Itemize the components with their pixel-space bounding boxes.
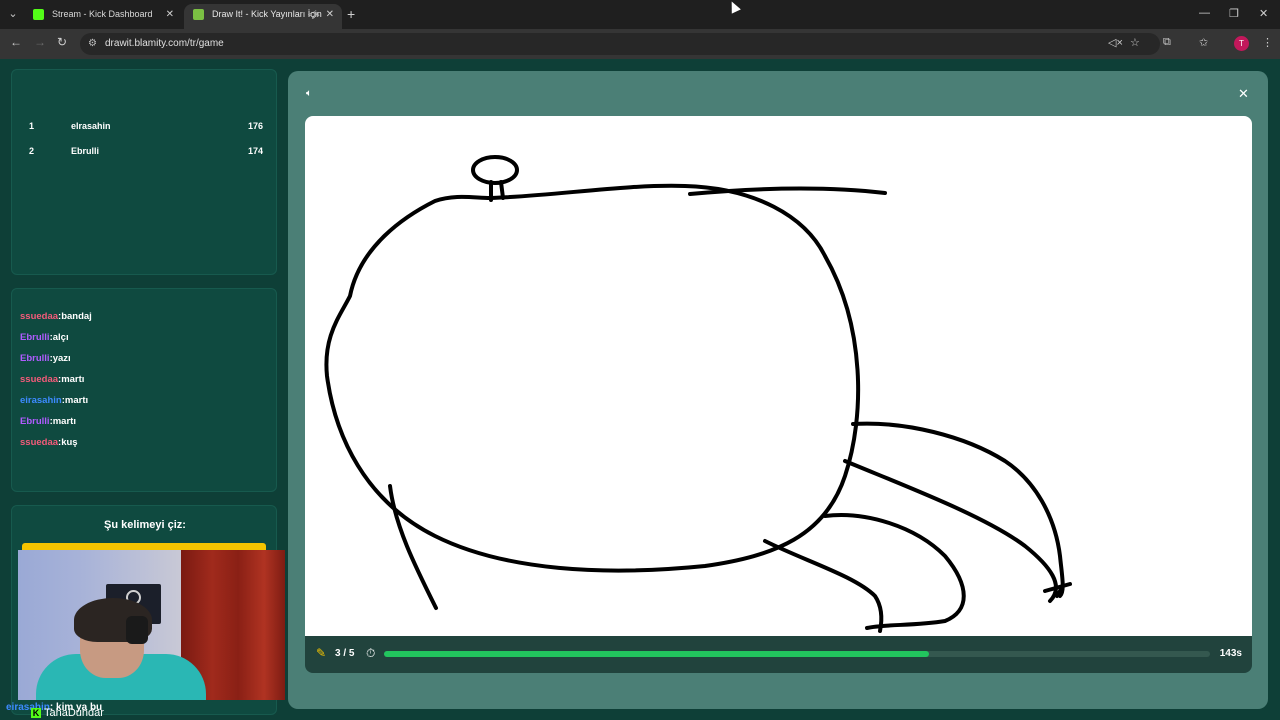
drawing-stroke bbox=[388, 484, 438, 610]
chat-text: martı bbox=[64, 395, 89, 406]
time-progress-fill bbox=[384, 651, 930, 657]
chat-message: Ebrulli:yazı bbox=[20, 353, 71, 364]
leaderboard-rank: 1 bbox=[29, 121, 35, 131]
word-prompt-title: Şu kelimeyi çiz: bbox=[104, 519, 186, 531]
drawing-stroke bbox=[843, 459, 1058, 603]
game-modal: 🔈︎ ✕ ✎ 3 / 5 ⏱ 143s bbox=[288, 71, 1268, 709]
drawit-favicon-icon bbox=[193, 9, 204, 20]
chat-message: ssuedaa:martı bbox=[20, 374, 84, 385]
chat-message: eirasahin:martı bbox=[20, 395, 88, 406]
drawing-stroke bbox=[471, 155, 519, 185]
leaderboard-rank: 2 bbox=[29, 146, 35, 156]
webcam-channel-label: K TahaDundar bbox=[31, 707, 104, 719]
channel-name: TahaDundar bbox=[44, 707, 104, 719]
chat-username[interactable]: ssuedaa bbox=[20, 311, 58, 322]
back-arrow-icon[interactable]: ← bbox=[10, 35, 22, 49]
pencil-icon: ✎ bbox=[316, 646, 327, 660]
tab-close-icon[interactable]: ✕ bbox=[326, 4, 334, 25]
drawing-canvas[interactable] bbox=[305, 116, 1252, 636]
leaderboard-score: 174 bbox=[247, 146, 263, 156]
mouse-cursor-icon bbox=[727, 0, 741, 14]
forward-arrow-icon[interactable]: → bbox=[34, 35, 46, 49]
new-tab-plus-icon[interactable]: + bbox=[347, 6, 355, 22]
leaderboard-row: 1 elrasahin 176 bbox=[29, 121, 263, 137]
chat-text: martı bbox=[52, 416, 76, 427]
address-bar[interactable]: ⚙ drawit.blamity.com/tr/game bbox=[80, 33, 1160, 55]
round-counter: 3 / 5 bbox=[335, 648, 355, 659]
headset-icon bbox=[126, 616, 148, 644]
drawing-stroke bbox=[324, 183, 861, 573]
chat-text: martı bbox=[61, 374, 85, 385]
reload-icon[interactable]: ↻ bbox=[57, 35, 67, 49]
url-text: drawit.blamity.com/tr/game bbox=[105, 38, 224, 49]
page-content: 1 elrasahin 176 2 Ebrulli 174 ssuedaa:ba… bbox=[0, 59, 1280, 720]
restore-icon[interactable]: ❐ bbox=[1229, 7, 1239, 20]
leaderboard-name: elrasahin bbox=[71, 121, 111, 131]
browser-tabstrip: ⌄ Stream - Kick Dashboard ✕ Draw It! - K… bbox=[0, 0, 1280, 29]
tab-close-icon[interactable]: ✕ bbox=[166, 4, 174, 25]
chat-panel: ssuedaa:bandaj Ebrulli:alçı Ebrulli:yazı ss… bbox=[11, 288, 277, 492]
chat-username[interactable]: eirasahin bbox=[20, 395, 62, 406]
drawing-stroke bbox=[823, 513, 966, 630]
tab-draw-it[interactable]: Draw It! - Kick Yayınları İçin ◁× ✕ bbox=[184, 4, 342, 29]
chat-text: alçı bbox=[52, 332, 69, 343]
chat-username[interactable]: Ebrulli bbox=[20, 353, 50, 364]
drawing-svg bbox=[324, 155, 1072, 633]
tab-title: Stream - Kick Dashboard bbox=[52, 9, 153, 19]
kick-favicon-icon bbox=[33, 9, 44, 20]
chat-message: ssuedaa:kuş bbox=[20, 437, 78, 448]
leaderboard-row: 2 Ebrulli 174 bbox=[29, 146, 263, 162]
tab-search-icon[interactable]: ⌄ bbox=[5, 6, 21, 22]
profile-avatar[interactable]: T bbox=[1234, 36, 1249, 51]
chat-username[interactable]: Ebrulli bbox=[20, 416, 50, 427]
chat-username[interactable]: ssuedaa bbox=[20, 437, 58, 448]
drawing-stroke bbox=[763, 539, 884, 633]
tab-title: Draw It! - Kick Yayınları İçin bbox=[212, 9, 322, 19]
chat-message: Ebrulli:martı bbox=[20, 416, 76, 427]
tab-kick-dashboard[interactable]: Stream - Kick Dashboard ✕ bbox=[24, 4, 182, 29]
chat-message: ssuedaa:bandaj bbox=[20, 311, 92, 322]
chat-text: bandaj bbox=[61, 311, 92, 322]
leaderboard-name: Ebrulli bbox=[71, 146, 100, 156]
game-status-bar: ✎ 3 / 5 ⏱ 143s bbox=[305, 636, 1252, 673]
bookmarks-panel-icon[interactable]: ✩ bbox=[1199, 36, 1208, 49]
leaderboard-panel: 1 elrasahin 176 2 Ebrulli 174 bbox=[11, 69, 277, 275]
extensions-puzzle-icon[interactable]: ⧉ bbox=[1163, 36, 1171, 49]
audio-muted-icon[interactable]: ◁× bbox=[1108, 36, 1123, 49]
close-icon[interactable]: ✕ bbox=[1238, 86, 1249, 102]
timer-icon: ⏱ bbox=[366, 646, 376, 660]
kick-logo-icon: K bbox=[31, 708, 41, 718]
site-info-icon[interactable]: ⚙ bbox=[88, 33, 97, 55]
leaderboard-score: 176 bbox=[247, 121, 263, 131]
webcam-overlay bbox=[18, 550, 285, 700]
browser-toolbar: ← → ↻ ⚙ drawit.blamity.com/tr/game ◁× ☆ … bbox=[0, 29, 1280, 59]
browser-menu-icon[interactable]: ⋮ bbox=[1262, 36, 1273, 49]
chat-text: yazı bbox=[52, 353, 71, 364]
time-progress-track bbox=[384, 651, 1210, 657]
window-close-icon[interactable]: ✕ bbox=[1259, 7, 1268, 20]
bookmark-star-icon[interactable]: ☆ bbox=[1130, 36, 1140, 49]
time-left: 143s bbox=[1219, 648, 1242, 659]
chat-username[interactable]: ssuedaa bbox=[20, 374, 58, 385]
minimize-icon[interactable]: — bbox=[1199, 7, 1210, 19]
sound-icon[interactable]: 🔈︎ bbox=[306, 88, 312, 99]
chat-message: Ebrulli:alçı bbox=[20, 332, 69, 343]
chat-username[interactable]: Ebrulli bbox=[20, 332, 50, 343]
chat-text: kuş bbox=[61, 437, 78, 448]
tab-muted-icon[interactable]: ◁× bbox=[308, 4, 320, 25]
